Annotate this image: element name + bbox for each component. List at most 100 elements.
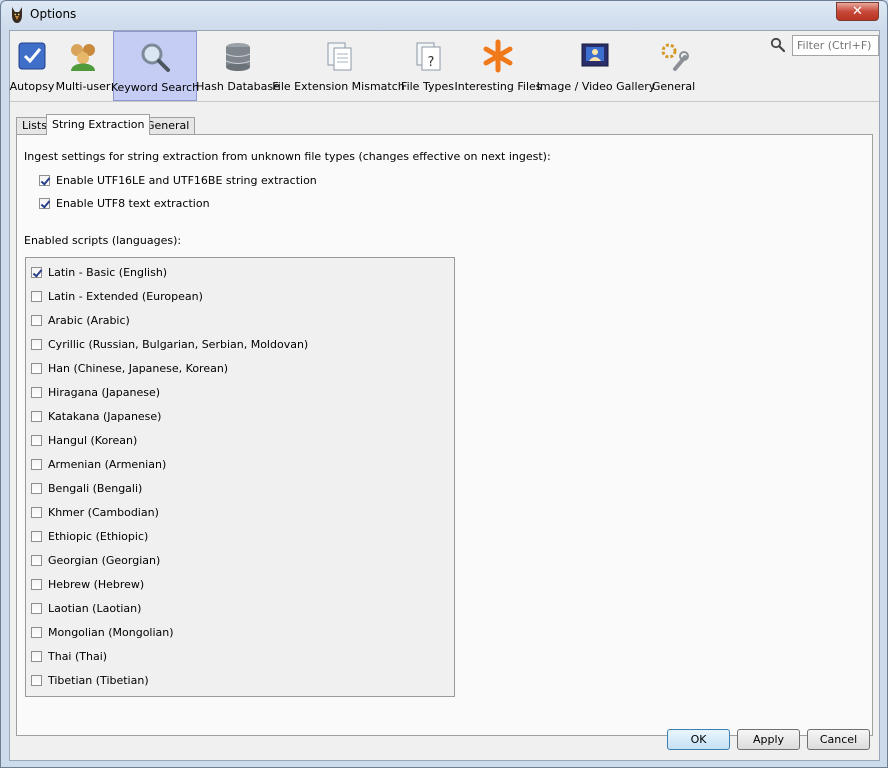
script-item[interactable]: Cyrillic (Russian, Bulgarian, Serbian, M… [31, 338, 308, 351]
script-label: Armenian (Armenian) [48, 458, 167, 471]
script-item[interactable]: Tibetian (Tibetian) [31, 674, 149, 687]
cancel-button[interactable]: Cancel [807, 729, 870, 750]
gallery-icon [581, 43, 609, 67]
script-label: Latin - Basic (English) [48, 266, 168, 279]
toolbar-separator [10, 101, 879, 102]
script-checkbox[interactable] [31, 483, 42, 494]
autopsy-dog-icon [12, 7, 22, 23]
script-item[interactable]: Laotian (Laotian) [31, 602, 141, 615]
script-checkbox[interactable] [31, 387, 42, 398]
script-label: Khmer (Cambodian) [48, 506, 159, 519]
script-checkbox[interactable] [31, 435, 42, 446]
string-extraction-panel: Ingest settings for string extraction fr… [16, 134, 873, 736]
asterisk-icon [483, 39, 513, 73]
script-checkbox[interactable] [31, 555, 42, 566]
script-checkbox[interactable] [31, 651, 42, 662]
title-bar[interactable]: Options ✕ [1, 1, 887, 29]
script-checkbox[interactable] [31, 507, 42, 518]
script-item[interactable]: Hebrew (Hebrew) [31, 578, 144, 591]
toolbar-item-label: Autopsy [9, 80, 55, 93]
script-checkbox[interactable] [31, 315, 42, 326]
script-item[interactable]: Mongolian (Mongolian) [31, 626, 174, 639]
utf8-label: Enable UTF8 text extraction [56, 197, 210, 210]
autopsy-checkbox-icon [18, 42, 46, 70]
ok-button[interactable]: OK [667, 729, 730, 750]
script-label: Hebrew (Hebrew) [48, 578, 145, 591]
ingest-settings-intro: Ingest settings for string extraction fr… [24, 150, 551, 163]
client-area: Autopsy Multi-user Keyword Search Hash Data… [9, 30, 880, 761]
script-item[interactable]: Arabic (Arabic) [31, 314, 130, 327]
toolbar-item-label: File Types [401, 80, 454, 93]
gears-icon [661, 43, 689, 71]
options-category-toolbar: Autopsy Multi-user Keyword Search Hash Data… [10, 31, 879, 101]
script-item[interactable]: Katakana (Japanese) [31, 410, 161, 423]
option-utf8-row[interactable]: Enable UTF8 text extraction [39, 197, 210, 210]
script-label: Mongolian (Mongolian) [48, 626, 174, 639]
script-checkbox[interactable] [31, 627, 42, 638]
toolbar-item-autopsy[interactable]: Autopsy [10, 31, 54, 101]
script-checkbox[interactable] [31, 291, 42, 302]
toolbar-item-interesting-files[interactable]: Interesting Files [454, 31, 542, 101]
toolbar-item-label: Interesting Files [454, 80, 542, 93]
script-checkbox[interactable] [31, 459, 42, 470]
window-title: Options [30, 7, 77, 21]
script-checkbox[interactable] [31, 267, 42, 278]
script-checkbox[interactable] [31, 411, 42, 422]
script-item[interactable]: Han (Chinese, Japanese, Korean) [31, 362, 228, 375]
toolbar-item-file-types[interactable]: ? File Types [400, 31, 455, 101]
script-checkbox[interactable] [31, 531, 42, 542]
apply-button[interactable]: Apply [737, 729, 800, 750]
toolbar-item-file-extension-mismatch[interactable]: File Extension Mismatch [272, 31, 405, 101]
toolbar-item-multi-user[interactable]: Multi-user [55, 31, 111, 101]
script-label: Latin - Extended (European) [48, 290, 203, 303]
script-item[interactable]: Khmer (Cambodian) [31, 506, 159, 519]
toolbar-item-image-video-gallery[interactable]: Image / Video Gallery [537, 31, 655, 101]
toolbar-item-label: Multi-user [55, 80, 111, 93]
filter-input[interactable] [792, 35, 879, 56]
toolbar-item-label: File Extension Mismatch [272, 80, 405, 93]
close-button[interactable]: ✕ [836, 2, 879, 21]
script-label: Ethiopic (Ethiopic) [48, 530, 149, 543]
script-label: Hangul (Korean) [48, 434, 138, 447]
script-label: Georgian (Georgian) [48, 554, 161, 567]
script-item[interactable]: Armenian (Armenian) [31, 458, 166, 471]
toolbar-item-general[interactable]: General [652, 31, 695, 101]
database-icon [225, 43, 251, 71]
script-item[interactable]: Bengali (Bengali) [31, 482, 142, 495]
toolbar-item-label: General [651, 80, 696, 93]
toolbar-item-keyword-search[interactable]: Keyword Search [111, 31, 199, 101]
utf8-checkbox[interactable] [39, 198, 50, 209]
users-icon [71, 44, 95, 71]
script-checkbox[interactable] [31, 603, 42, 614]
utf16-checkbox[interactable] [39, 175, 50, 186]
script-label: Tibetian (Tibetian) [48, 674, 149, 687]
toolbar-item-label: Hash Database [196, 80, 280, 93]
script-item[interactable]: Thai (Thai) [31, 650, 107, 663]
enabled-scripts-list: Latin - Basic (English) Latin - Extended … [25, 257, 455, 697]
script-item[interactable]: Latin - Basic (English) [31, 266, 167, 279]
tab-string-extraction[interactable]: String Extraction [46, 114, 151, 135]
script-checkbox[interactable] [31, 675, 42, 686]
utf16-label: Enable UTF16LE and UTF16BE string extrac… [56, 174, 317, 187]
search-icon [770, 37, 786, 53]
toolbar-item-hash-database[interactable]: Hash Database [196, 31, 280, 101]
script-label: Bengali (Bengali) [48, 482, 143, 495]
script-item[interactable]: Georgian (Georgian) [31, 554, 160, 567]
filter-box [770, 35, 880, 57]
magnifier-icon [141, 43, 170, 72]
script-label: Thai (Thai) [48, 650, 108, 663]
svg-text:?: ? [427, 55, 434, 70]
script-item[interactable]: Hiragana (Japanese) [31, 386, 160, 399]
script-label: Hiragana (Japanese) [48, 386, 161, 399]
script-checkbox[interactable] [31, 579, 42, 590]
script-label: Cyrillic (Russian, Bulgarian, Serbian, M… [48, 338, 309, 351]
script-checkbox[interactable] [31, 363, 42, 374]
option-utf16-row[interactable]: Enable UTF16LE and UTF16BE string extrac… [39, 174, 317, 187]
file-question-icon: ? [416, 42, 440, 71]
script-item[interactable]: Latin - Extended (European) [31, 290, 203, 303]
enabled-scripts-heading: Enabled scripts (languages): [24, 234, 182, 247]
options-window: Options ✕ Autopsy Multi-user Keyword Searc… [0, 0, 888, 768]
script-checkbox[interactable] [31, 339, 42, 350]
script-item[interactable]: Ethiopic (Ethiopic) [31, 530, 148, 543]
script-item[interactable]: Hangul (Korean) [31, 434, 137, 447]
